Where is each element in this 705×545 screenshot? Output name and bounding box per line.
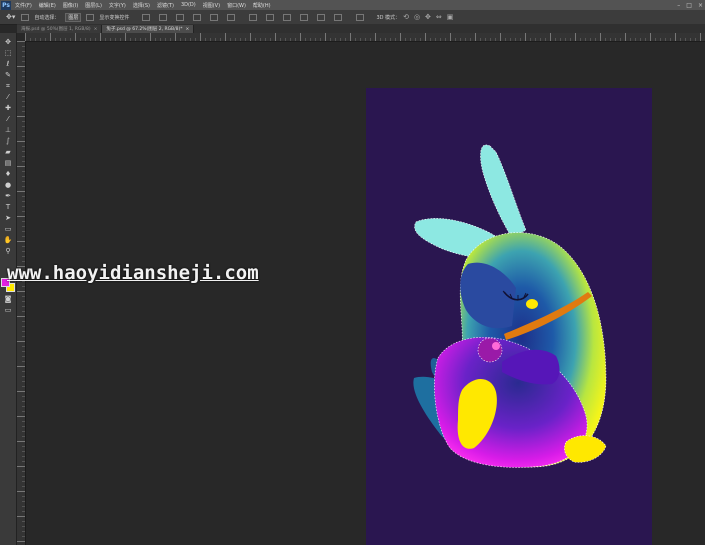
close-tab-icon[interactable]: × (94, 27, 98, 32)
quick-mask-icon[interactable]: ◙ (3, 295, 13, 303)
menu-type[interactable]: 文字(Y) (109, 2, 126, 9)
3d-mode-label: 3D 模式： (376, 14, 401, 21)
menu-filter[interactable]: 滤镜(T) (157, 2, 174, 9)
rabbit-bell (477, 337, 503, 363)
align-buttons (140, 13, 237, 21)
tab-label: 兔子.psd @ 67.2%(图层 2, RGB/8)* (106, 27, 183, 32)
brush-icon[interactable]: ⁄ (3, 115, 13, 123)
photoshop-logo: Ps (1, 0, 11, 10)
align-bottom-icon[interactable] (176, 13, 185, 21)
blur-icon[interactable]: ♦ (3, 170, 13, 178)
align-vcenter-icon[interactable] (159, 13, 168, 21)
path-select-icon[interactable]: ➤ (3, 214, 13, 222)
menu-bar: Ps 文件(F) 编辑(E) 图像(I) 图层(L) 文字(Y) 选择(S) 滤… (0, 0, 705, 10)
align-right-icon[interactable] (227, 13, 236, 21)
type-icon[interactable]: T (3, 203, 13, 211)
menu-file[interactable]: 文件(F) (15, 2, 32, 9)
watermark-text: www.haoyidiansheji.com (7, 262, 259, 284)
distribute-top-icon[interactable] (249, 13, 258, 21)
3d-roll-icon[interactable]: ◎ (414, 13, 420, 21)
move-tool-preset-icon[interactable]: ✥▾ (6, 13, 15, 21)
menu-3d[interactable]: 3D(D) (181, 2, 196, 8)
distribute-left-icon[interactable] (300, 13, 309, 21)
history-brush-icon[interactable]: ∫ (3, 137, 13, 145)
horizontal-ruler[interactable] (25, 33, 705, 42)
distribute-right-icon[interactable] (334, 13, 343, 21)
tools-panel: ✥ ⬚ ℓ ✎ ⌗ ⁄ ✚ ⁄ ⊥ ∫ ▰ ▤ ♦ ● ✒ T ➤ ▭ ✋ ⚲ … (0, 33, 17, 545)
document-tabs: 海报.psd @ 50%(图层 1, RGB/8) × 兔子.psd @ 67.… (17, 24, 705, 33)
menu-edit[interactable]: 编辑(E) (39, 2, 56, 9)
distribute-hcenter-icon[interactable] (317, 13, 326, 21)
window-controls: – □ × (677, 0, 703, 10)
auto-align-icon[interactable] (356, 13, 365, 21)
menu-layer[interactable]: 图层(L) (85, 2, 102, 9)
healing-icon[interactable]: ✚ (3, 104, 13, 112)
tab-document-1[interactable]: 海报.psd @ 50%(图层 1, RGB/8) × (17, 25, 103, 33)
menu-image[interactable]: 图像(I) (63, 2, 78, 9)
tab-document-2[interactable]: 兔子.psd @ 67.2%(图层 2, RGB/8)* × (102, 25, 195, 33)
align-left-icon[interactable] (193, 13, 202, 21)
vertical-ruler[interactable] (17, 41, 26, 545)
minimize-button[interactable]: – (677, 2, 680, 9)
rabbit-bell-knob (492, 342, 500, 350)
screen-mode-icon[interactable]: ▭ (3, 306, 13, 314)
dodge-icon[interactable]: ● (3, 181, 13, 189)
auto-select-label: 自动选择： (34, 14, 60, 21)
options-bar: ✥▾ 自动选择： 图层 显示变换控件 3D 模式： ⟲ ◎ ✥ ⇔ ▣ (0, 10, 705, 25)
eraser-icon[interactable]: ▰ (3, 148, 13, 156)
shape-icon[interactable]: ▭ (3, 225, 13, 233)
eyedropper-icon[interactable]: ⁄ (3, 93, 13, 101)
document-canvas[interactable] (366, 88, 652, 545)
close-tab-icon[interactable]: × (186, 27, 190, 32)
align-hcenter-icon[interactable] (210, 13, 219, 21)
3d-scale-icon[interactable]: ▣ (447, 13, 454, 21)
3d-mode-buttons: ⟲ ◎ ✥ ⇔ ▣ (403, 13, 453, 21)
auto-select-checkbox[interactable] (21, 13, 30, 21)
distribute-vcenter-icon[interactable] (266, 13, 275, 21)
auto-select-dropdown[interactable]: 图层 (65, 12, 82, 22)
3d-pan-icon[interactable]: ✥ (425, 13, 431, 21)
rabbit-cheek (526, 299, 538, 309)
distribute-buttons (247, 13, 344, 21)
quick-select-icon[interactable]: ✎ (3, 71, 13, 79)
align-top-icon[interactable] (142, 13, 151, 21)
close-window-button[interactable]: × (698, 2, 703, 9)
move-icon[interactable]: ✥ (3, 38, 13, 46)
3d-slide-icon[interactable]: ⇔ (436, 13, 442, 21)
gradient-icon[interactable]: ▤ (3, 159, 13, 167)
3d-rotate-icon[interactable]: ⟲ (403, 13, 409, 21)
maximize-button[interactable]: □ (686, 2, 692, 9)
zoom-icon[interactable]: ⚲ (3, 247, 13, 255)
marquee-icon[interactable]: ⬚ (3, 49, 13, 57)
stamp-icon[interactable]: ⊥ (3, 126, 13, 134)
menu-select[interactable]: 选择(S) (133, 2, 150, 9)
hand-icon[interactable]: ✋ (3, 236, 13, 244)
show-transform-checkbox[interactable] (86, 13, 95, 21)
menu-window[interactable]: 窗口(W) (227, 2, 246, 9)
lasso-icon[interactable]: ℓ (3, 60, 13, 68)
pen-icon[interactable]: ✒ (3, 192, 13, 200)
distribute-bottom-icon[interactable] (283, 13, 292, 21)
tab-label: 海报.psd @ 50%(图层 1, RGB/8) (21, 27, 91, 32)
menu-view[interactable]: 视图(V) (203, 2, 220, 9)
crop-icon[interactable]: ⌗ (3, 82, 13, 90)
menu-help[interactable]: 帮助(H) (253, 2, 271, 9)
show-transform-label: 显示变换控件 (99, 14, 130, 21)
